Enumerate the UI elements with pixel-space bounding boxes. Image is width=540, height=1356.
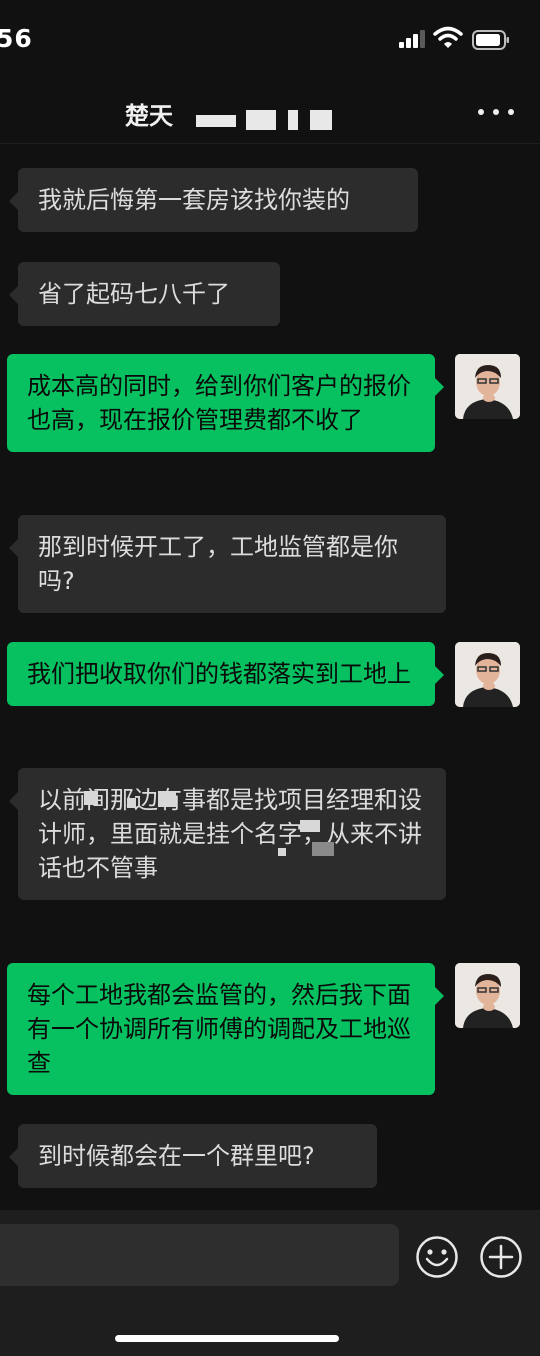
redaction-mask: [127, 798, 136, 808]
emoji-icon[interactable]: [415, 1235, 459, 1279]
message-incoming[interactable]: 以前间那边有事都是找项目经理和设计师，里面就是挂个名字，从来不讲话也不管事: [9, 768, 446, 900]
message-incoming[interactable]: 到时候都会在一个群里吧?: [9, 1124, 377, 1188]
avatar-photo: [455, 642, 520, 707]
signal-icon: [399, 30, 427, 48]
wifi-icon: [433, 26, 463, 48]
redaction-mask: [278, 848, 286, 856]
avatar-photo: [455, 354, 520, 419]
message-text: 每个工地我都会监管的，然后我下面有一个协调所有师傅的调配及工地巡查: [27, 981, 411, 1077]
redaction-mask: [158, 791, 176, 807]
redacted-name-mask: [288, 110, 298, 130]
avatar[interactable]: [455, 642, 520, 707]
redaction-mask: [300, 820, 320, 832]
redacted-name-mask: [246, 110, 276, 130]
message-incoming[interactable]: 我就后悔第一套房该找你装的: [9, 168, 418, 232]
message-text: 我就后悔第一套房该找你装的: [38, 186, 350, 214]
status-bar: 56: [0, 0, 540, 80]
status-time: 56: [0, 24, 33, 53]
message-incoming[interactable]: 省了起码七八千了: [9, 262, 280, 326]
avatar[interactable]: [455, 963, 520, 1028]
message-text: 省了起码七八千了: [38, 280, 230, 308]
avatar[interactable]: [455, 354, 520, 419]
message-text: 我们把收取你们的钱都落实到工地上: [27, 660, 411, 688]
redaction-mask: [84, 791, 98, 805]
more-button[interactable]: [478, 100, 514, 124]
message-input[interactable]: [0, 1224, 399, 1286]
input-bar: [0, 1210, 540, 1356]
chat-header: 楚天: [0, 80, 540, 144]
chat-screen: 56 楚天 我就后悔第一套房该找你装的 省了起码七八千了 成本高的同时，给到你们…: [0, 0, 540, 1356]
message-text: 到时候都会在一个群里吧?: [38, 1142, 315, 1170]
message-outgoing[interactable]: 每个工地我都会监管的，然后我下面有一个协调所有师傅的调配及工地巡查: [7, 963, 444, 1095]
message-incoming[interactable]: 那到时候开工了，工地监管都是你吗?: [9, 515, 446, 613]
avatar-photo: [455, 963, 520, 1028]
redacted-name-mask: [310, 110, 332, 130]
plus-icon[interactable]: [479, 1235, 523, 1279]
message-outgoing[interactable]: 我们把收取你们的钱都落实到工地上: [7, 642, 444, 706]
redaction-mask: [312, 842, 334, 856]
message-outgoing[interactable]: 成本高的同时，给到你们客户的报价也高，现在报价管理费都不收了: [7, 354, 444, 452]
more-icon: [478, 109, 484, 115]
battery-icon: [472, 30, 509, 50]
message-text: 那到时候开工了，工地监管都是你吗?: [38, 533, 398, 595]
chat-title: 楚天: [125, 102, 173, 130]
home-indicator[interactable]: [115, 1335, 339, 1342]
message-text: 成本高的同时，给到你们客户的报价也高，现在报价管理费都不收了: [27, 372, 411, 434]
redacted-name-mask: [196, 115, 236, 127]
